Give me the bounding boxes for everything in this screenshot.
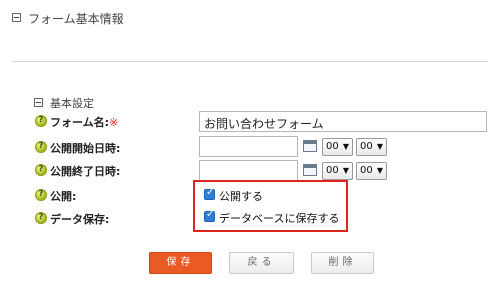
chevron-down-icon: ▼: [376, 166, 383, 175]
publish-end-date-input[interactable]: [199, 160, 298, 181]
save-button[interactable]: 保存: [149, 252, 212, 274]
section-title: フォーム基本情報: [28, 12, 124, 26]
collapse-icon[interactable]: [12, 13, 21, 22]
publish-checkbox-label[interactable]: 公開する: [219, 188, 263, 204]
chevron-down-icon: ▼: [376, 142, 383, 151]
form-name-input[interactable]: お問い合わせフォーム: [199, 111, 487, 132]
collapse-icon[interactable]: [34, 98, 43, 107]
calendar-icon[interactable]: [303, 164, 317, 176]
help-icon[interactable]: ?: [35, 189, 47, 201]
chevron-down-icon: ▼: [342, 166, 349, 175]
divider: [12, 61, 488, 62]
help-icon[interactable]: ?: [35, 164, 47, 176]
subsection-title: 基本設定: [50, 97, 94, 110]
help-icon[interactable]: ?: [35, 212, 47, 224]
publish-start-label: 公開開始日時:: [50, 142, 121, 155]
delete-button[interactable]: 削除: [311, 252, 374, 274]
publish-end-hour-select[interactable]: 00 ▼: [322, 162, 353, 180]
publish-checkbox[interactable]: ✓: [204, 187, 215, 200]
data-save-checkbox-label[interactable]: データベースに保存する: [219, 210, 339, 226]
back-button[interactable]: 戻る: [229, 252, 294, 274]
chevron-down-icon: ▼: [342, 142, 349, 151]
publish-start-date-input[interactable]: [199, 136, 298, 157]
data-save-checkbox[interactable]: ✓: [204, 209, 215, 222]
publish-start-minute-select[interactable]: 00 ▼: [356, 138, 387, 156]
data-save-label: データ保存:: [50, 213, 110, 226]
help-icon[interactable]: ?: [35, 115, 47, 127]
publish-label: 公開:: [50, 190, 77, 203]
required-mark: ※: [109, 116, 119, 129]
publish-start-hour-select[interactable]: 00 ▼: [322, 138, 353, 156]
publish-end-minute-select[interactable]: 00 ▼: [356, 162, 387, 180]
publish-end-label: 公開終了日時:: [50, 165, 121, 178]
form-name-label: フォーム名:※: [50, 116, 119, 129]
calendar-icon[interactable]: [303, 140, 317, 152]
help-icon[interactable]: ?: [35, 141, 47, 153]
